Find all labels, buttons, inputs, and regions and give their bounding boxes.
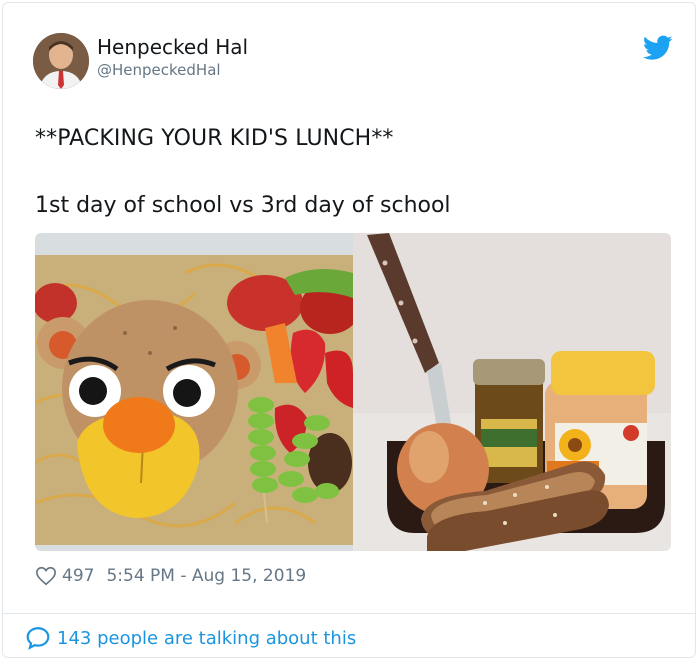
timestamp[interactable]: 5:54 PM - Aug 15, 2019	[106, 566, 306, 586]
tweet-meta: 497 5:54 PM - Aug 15, 2019	[35, 565, 306, 587]
simple-lunch-photo	[353, 233, 671, 551]
tweet-card: Henpecked Hal @HenpeckedHal **PACKING YO…	[2, 2, 696, 658]
avatar[interactable]	[33, 33, 89, 89]
twitter-bird-icon[interactable]	[642, 35, 673, 61]
tweet-text-line1: **PACKING YOUR KID'S LUNCH**	[35, 126, 394, 151]
speech-bubble-icon	[26, 627, 50, 650]
author-handle[interactable]: @HenpeckedHal	[97, 61, 221, 79]
bento-lunch-photo	[35, 233, 360, 551]
conversation-link[interactable]: 143 people are talking about this	[25, 625, 356, 651]
divider	[3, 613, 695, 614]
tweet-text-line2: 1st day of school vs 3rd day of school	[35, 193, 451, 218]
conversation-text[interactable]: 143 people are talking about this	[57, 628, 356, 649]
heart-icon[interactable]	[35, 565, 57, 587]
author-name[interactable]: Henpecked Hal	[97, 35, 248, 59]
like-count[interactable]: 497	[62, 566, 94, 586]
tweet-photo[interactable]	[35, 233, 671, 551]
